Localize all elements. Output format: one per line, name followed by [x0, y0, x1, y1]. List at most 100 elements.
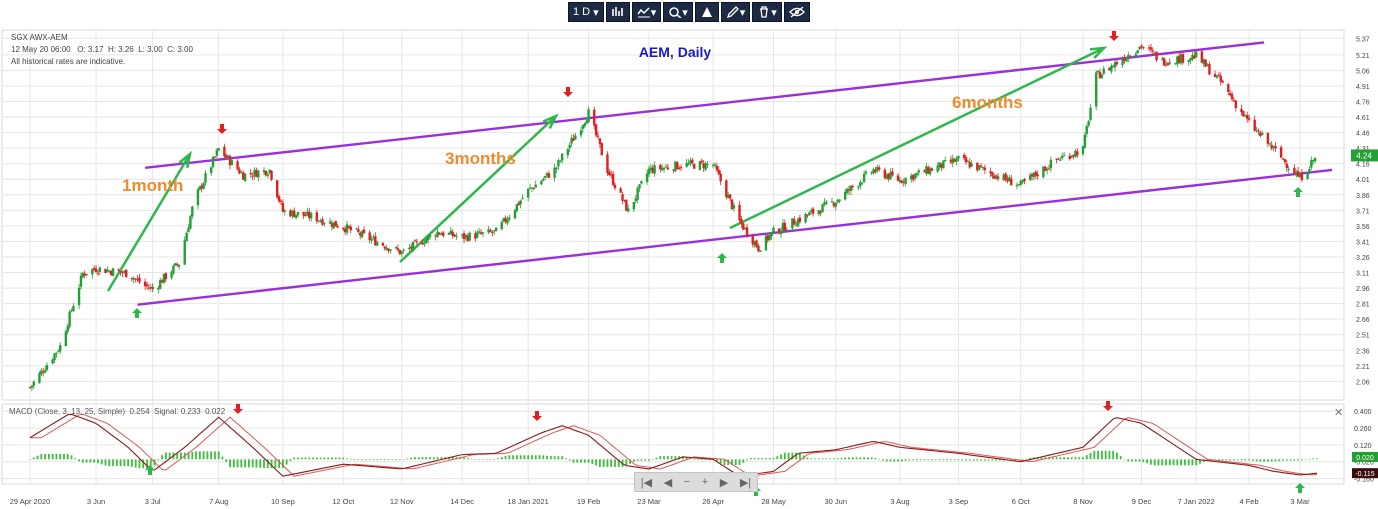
macd-histogram-bar — [244, 459, 247, 468]
candle-body — [138, 277, 141, 283]
macd-histogram-bar — [274, 459, 277, 468]
macd-histogram-bar — [810, 458, 813, 460]
macd-histogram-bar — [1233, 459, 1235, 461]
candle-body — [979, 165, 983, 167]
macd-histogram-bar — [55, 453, 58, 460]
candle-body — [1217, 74, 1221, 76]
candle-body — [53, 353, 56, 361]
candle-body — [542, 179, 545, 181]
macd-histogram-bar — [549, 456, 552, 460]
candle-body — [693, 164, 696, 169]
macd-histogram-bar — [553, 456, 556, 460]
chart-type-button[interactable] — [605, 2, 630, 22]
macd-histogram-bar — [410, 457, 413, 460]
visibility-icon — [788, 6, 805, 18]
macd-histogram-bar — [1270, 459, 1273, 462]
candle-body — [1096, 71, 1100, 73]
macd-histogram-bar — [636, 459, 639, 461]
macd-histogram-bar — [776, 456, 779, 460]
macd-histogram-bar — [821, 458, 824, 460]
macd-histogram-bar — [497, 458, 499, 460]
nav-zoom-in-button[interactable]: + — [702, 476, 708, 488]
macd-histogram-bar — [1063, 457, 1066, 460]
candle-body — [574, 135, 577, 140]
macd-histogram-bar — [421, 457, 424, 460]
candle-body — [64, 331, 68, 347]
macd-histogram-bar — [859, 457, 862, 460]
macd-histogram-bar — [640, 459, 643, 461]
macd-histogram-bar — [697, 459, 699, 461]
macd-histogram-bar — [342, 457, 345, 460]
macd-label: MACD (Close, 3, 13, 25, Simple) — [9, 407, 126, 416]
macd-histogram-bar — [965, 459, 967, 461]
macd-histogram-bar — [59, 453, 62, 460]
candle-body — [632, 201, 636, 210]
candle-body — [342, 227, 345, 230]
drawing-tool-button[interactable] — [694, 2, 719, 22]
macd-histogram-bar — [1180, 459, 1183, 466]
trash-button[interactable]: ▾ — [752, 2, 782, 22]
macd-histogram-bar — [738, 459, 741, 466]
candle-body — [1128, 56, 1132, 58]
macd-histogram-bar — [602, 459, 605, 467]
nav-first-button[interactable]: |◀ — [641, 476, 652, 489]
time-tick-label: 26 Apr — [702, 497, 724, 506]
nav-prev-button[interactable]: ◀ — [664, 476, 672, 489]
macd-histogram-bar — [825, 458, 828, 460]
macd-histogram-bar — [666, 456, 669, 460]
macd-histogram-bar — [568, 459, 571, 461]
candle-body — [215, 150, 219, 156]
channel-lower-line — [137, 168, 1333, 306]
macd-histogram-bar — [425, 457, 428, 460]
macd-histogram-bar — [961, 459, 964, 461]
candle-body — [834, 203, 837, 207]
candle-body — [638, 184, 641, 189]
candle-body — [691, 159, 694, 163]
macd-histogram-bar — [882, 459, 884, 461]
signal-arrow-up — [132, 308, 142, 318]
candle-body — [1219, 75, 1222, 82]
macd-histogram-bar — [1134, 459, 1137, 462]
macd-histogram-bar — [293, 457, 296, 460]
candle-body — [838, 199, 841, 202]
macd-close-icon[interactable]: ✕ — [1334, 406, 1343, 419]
macd-histogram-bar — [1138, 459, 1141, 462]
candle-body — [468, 232, 471, 241]
macd-histogram-bar — [119, 459, 122, 467]
macd-histogram-bar — [534, 455, 537, 460]
macd-histogram-bar — [587, 459, 590, 463]
macd-histogram-bar — [1150, 459, 1152, 465]
macd-histogram-bar — [1112, 450, 1115, 460]
candle-body — [1010, 178, 1013, 186]
candle-body — [230, 160, 234, 165]
macd-histogram-bar — [338, 457, 341, 460]
macd-histogram-bar — [1176, 459, 1179, 466]
nav-last-button[interactable]: ▶| — [740, 476, 751, 489]
macd-histogram-bar — [100, 459, 103, 465]
candle-body — [508, 217, 511, 220]
macd-histogram-bar — [1255, 459, 1258, 462]
macd-histogram-bar — [225, 459, 228, 463]
macd-histogram-bar — [1097, 450, 1099, 460]
macd-tick-label: 0.120 — [1354, 443, 1372, 450]
macd-histogram-bar — [63, 453, 65, 460]
macd-histogram-bar — [561, 456, 564, 460]
pen-button[interactable]: ▾ — [720, 2, 751, 22]
nav-zoom-out-button[interactable]: − — [684, 476, 690, 488]
candle-body — [757, 245, 760, 251]
compare-button[interactable]: ▾ — [663, 2, 693, 22]
macd-histogram-bar — [1293, 459, 1296, 461]
candle-body — [904, 177, 907, 184]
candle-body — [534, 184, 537, 188]
visibility-button[interactable] — [783, 2, 810, 22]
candle-body — [68, 311, 71, 327]
candle-body — [1281, 158, 1285, 160]
nav-next-button[interactable]: ▶ — [720, 476, 728, 489]
interval-selector[interactable]: 1 D ▾ — [568, 2, 604, 22]
indicator-button[interactable]: ▾ — [631, 2, 662, 22]
candle-body — [598, 138, 602, 144]
macd-histogram-bar — [523, 455, 526, 460]
macd-histogram-bar — [1055, 457, 1058, 460]
candle-body — [793, 219, 796, 225]
candle-body — [1308, 169, 1311, 173]
